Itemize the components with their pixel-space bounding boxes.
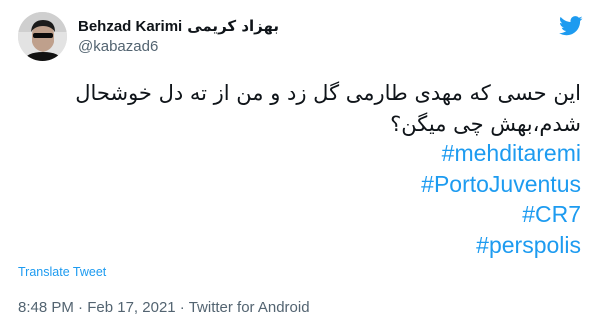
tweet-meta: 8:48 PM · Feb 17, 2021 · Twitter for And… bbox=[18, 299, 310, 316]
hashtag-perspolis[interactable]: #perspolis bbox=[421, 230, 581, 261]
author-name-fa[interactable]: بهزاد کریمی bbox=[187, 17, 279, 35]
hashtag-mehditaremi[interactable]: #mehditaremi bbox=[421, 138, 581, 169]
author-name-en[interactable]: Behzad Karimi bbox=[78, 18, 182, 35]
avatar-photo-icon bbox=[18, 12, 67, 61]
hashtag-cr7[interactable]: #CR7 bbox=[421, 199, 581, 230]
tweet-time[interactable]: 8:48 PM bbox=[18, 299, 74, 316]
author-handle[interactable]: @kabazad6 bbox=[78, 38, 498, 55]
twitter-bird-icon[interactable] bbox=[559, 16, 583, 36]
hashtag-portojuventus[interactable]: #PortoJuventus bbox=[421, 169, 581, 200]
tweet-text: این حسی که مهدی طارمی گل زد و من از ته د… bbox=[14, 78, 581, 140]
author-block: Behzad Karimi بهزاد کریمی @kabazad6 bbox=[78, 16, 498, 55]
hashtag-list: #mehditaremi #PortoJuventus #CR7 #perspo… bbox=[421, 138, 581, 260]
tweet-source[interactable]: Twitter for Android bbox=[189, 299, 310, 316]
tweet-text-line-2: شدم،بهش چی میگن؟ bbox=[390, 112, 581, 136]
avatar[interactable] bbox=[18, 12, 67, 61]
author-name[interactable]: Behzad Karimi بهزاد کریمی bbox=[78, 16, 498, 36]
translate-tweet-link[interactable]: Translate Tweet bbox=[18, 265, 106, 279]
meta-separator: · bbox=[175, 299, 189, 316]
meta-separator: · bbox=[73, 299, 88, 316]
tweet-date[interactable]: Feb 17, 2021 bbox=[87, 299, 175, 316]
tweet-text-line-1: این حسی که مهدی طارمی گل زد و من از ته د… bbox=[75, 81, 581, 105]
tweet-card: Behzad Karimi بهزاد کریمی @kabazad6 این … bbox=[0, 0, 599, 331]
